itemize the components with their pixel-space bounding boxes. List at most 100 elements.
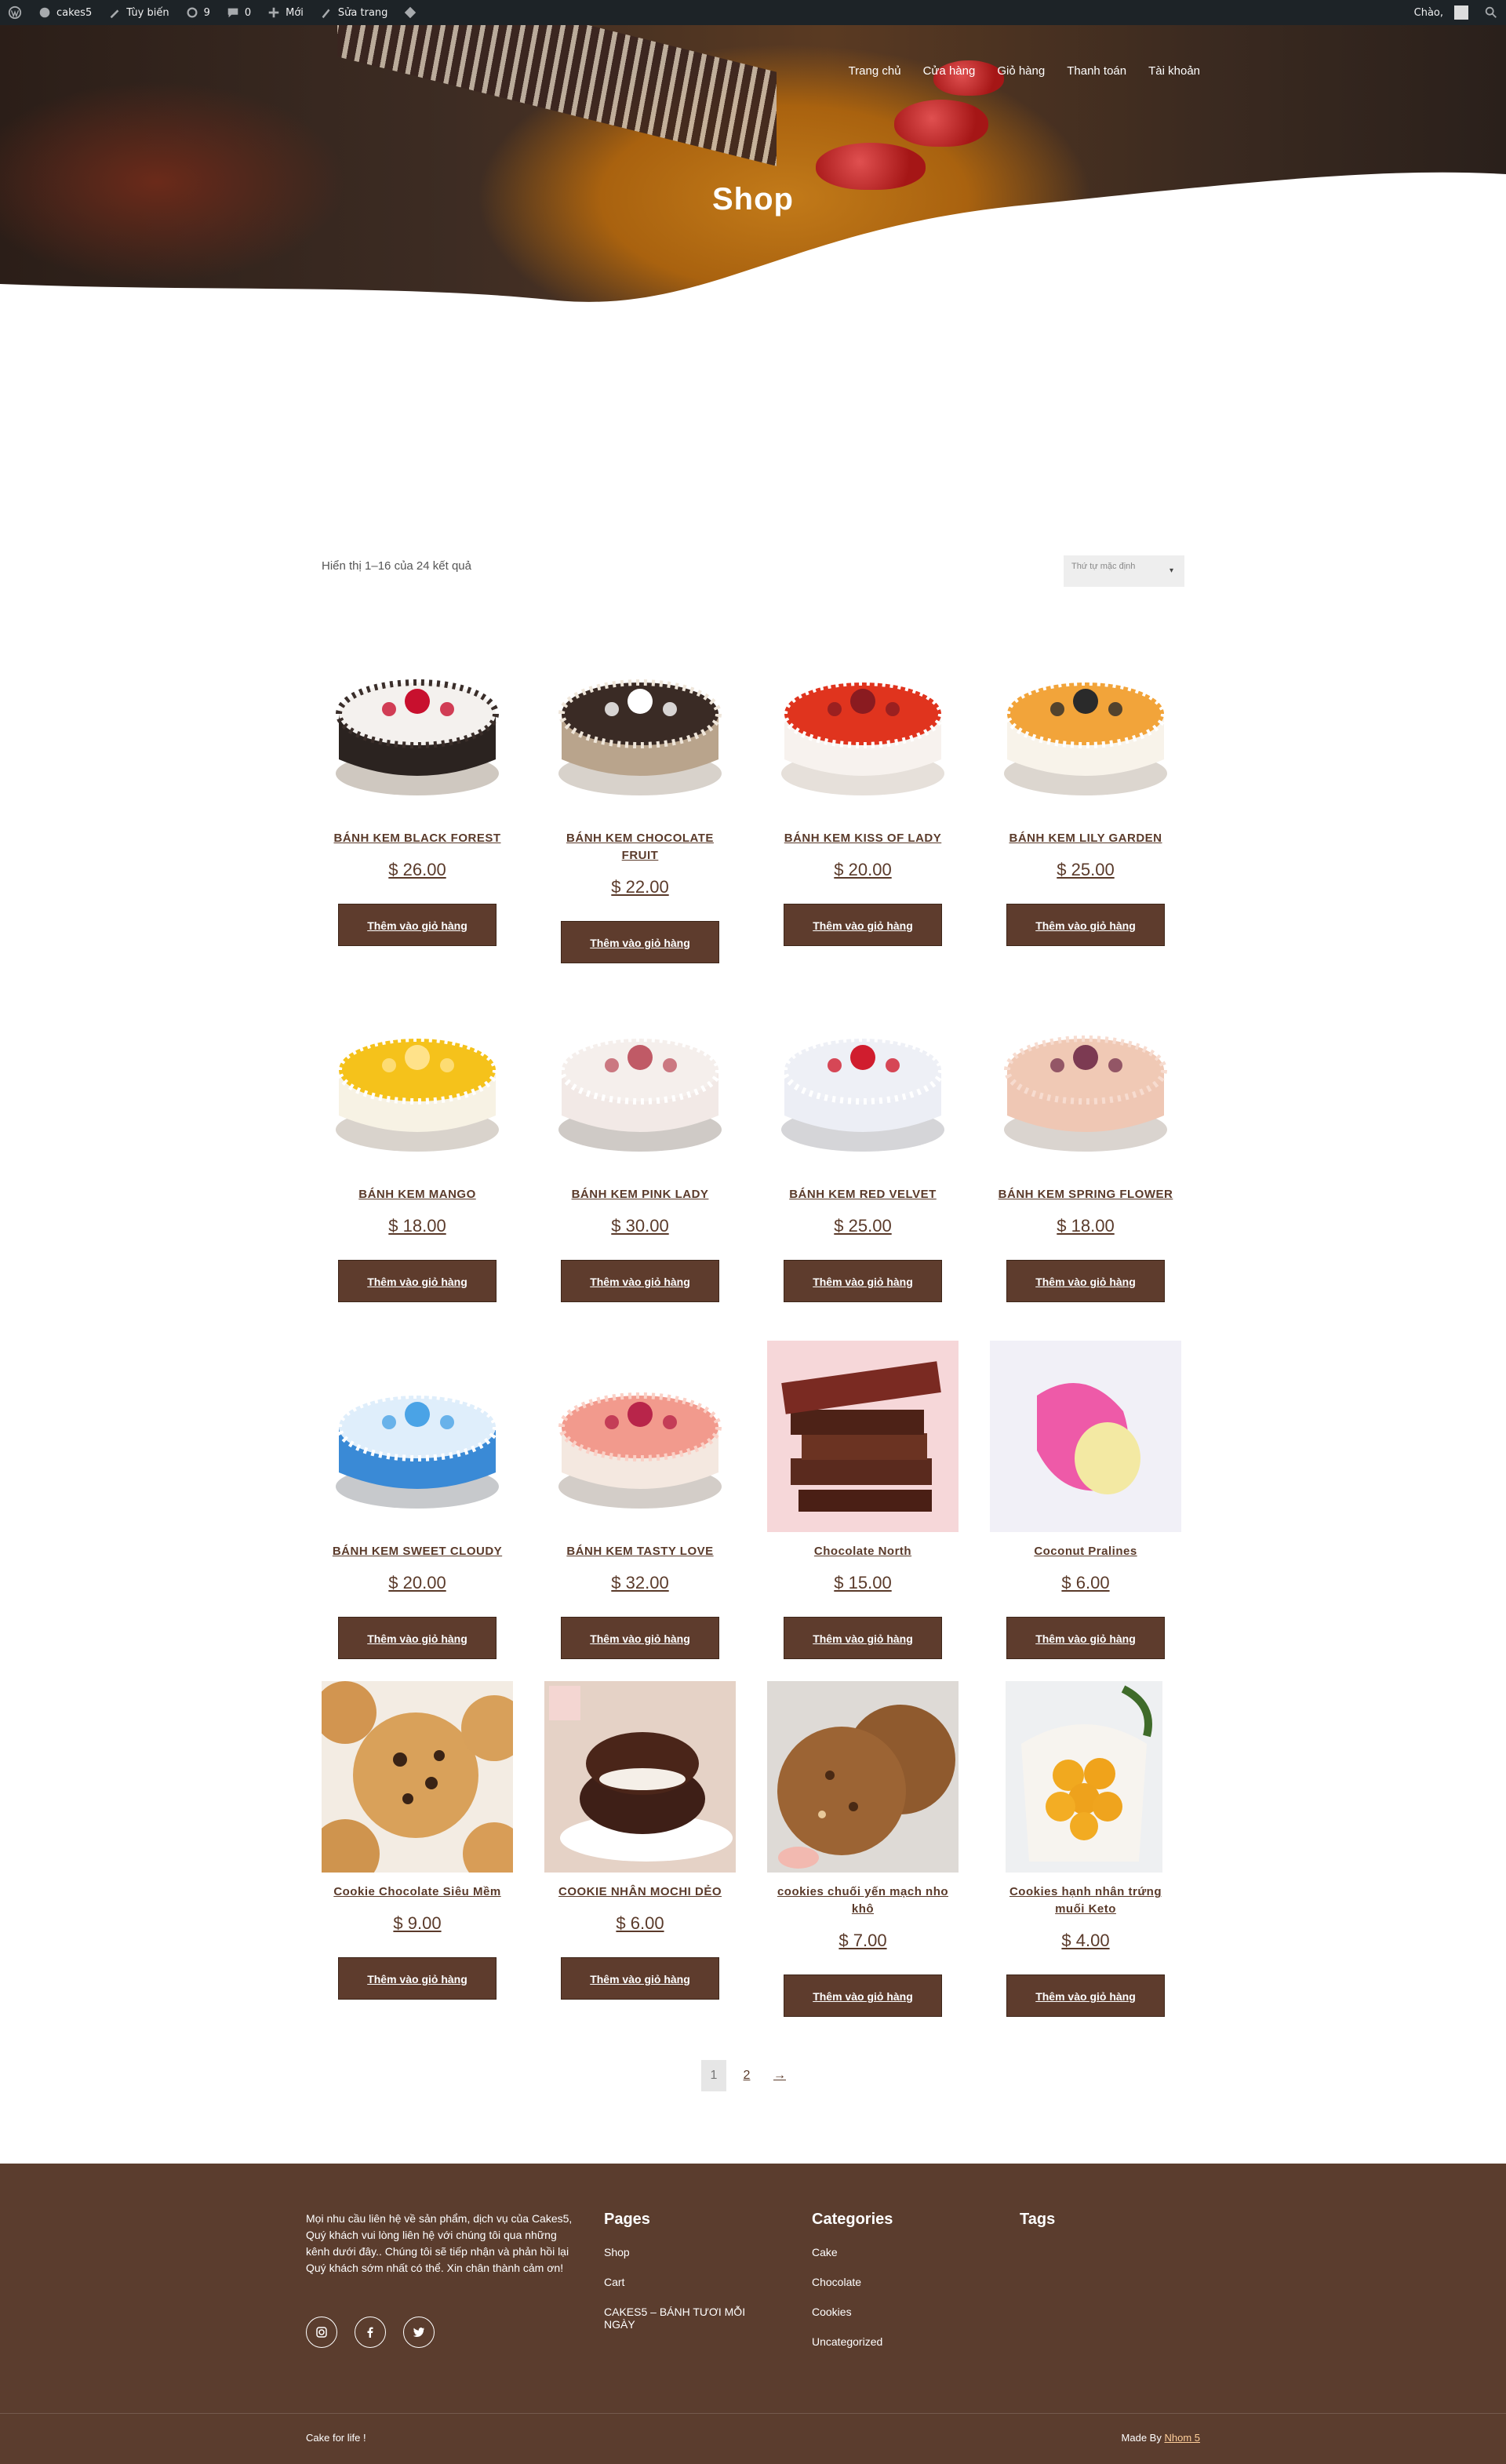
product-image[interactable] [322,984,513,1175]
add-to-cart-button[interactable]: Thêm vào giỏ hàng [1006,1617,1165,1659]
new-label: Mới [286,6,304,19]
product-title[interactable]: COOKIE NHÂN MOCHI DẺO [544,1883,736,1901]
made-by-link[interactable]: Nhom 5 [1164,2432,1200,2444]
add-to-cart-button[interactable]: Thêm vào giỏ hàng [784,1617,942,1659]
category-chocolate[interactable]: Chocolate [812,2276,893,2288]
product-title[interactable]: BÁNH KEM PINK LADY [544,1186,736,1203]
product-image[interactable] [544,1681,736,1873]
add-to-cart-button[interactable]: Thêm vào giỏ hàng [1006,1260,1165,1302]
product-image[interactable] [544,628,736,819]
footer-link-cart[interactable]: Cart [604,2276,761,2288]
comments-button[interactable]: 0 [218,0,259,25]
account-menu[interactable]: Chào, [1406,0,1476,25]
add-to-cart-button[interactable]: Thêm vào giỏ hàng [784,1260,942,1302]
product-title[interactable]: BÁNH KEM CHOCOLATE FRUIT [544,830,736,864]
pencil-icon [322,9,330,19]
customize-button[interactable]: Tùy biến [100,0,176,25]
product-title[interactable]: BÁNH KEM SPRING FLOWER [990,1186,1181,1203]
product-image[interactable] [990,984,1181,1175]
add-to-cart-button[interactable]: Thêm vào giỏ hàng [784,1974,942,2017]
product-image[interactable] [767,1681,959,1873]
product-title[interactable]: BÁNH KEM BLACK FOREST [322,830,513,847]
footer-link-shop[interactable]: Shop [604,2246,761,2258]
product-image[interactable] [767,1341,959,1532]
footer-categories-title: Categories [812,2211,893,2228]
main-nav: Trang chủ Cửa hàng Giỏ hàng Thanh toán T… [849,64,1200,78]
search-button[interactable] [1476,0,1506,25]
product-card: BÁNH KEM PINK LADY $ 30.00 Thêm vào giỏ … [544,984,736,1302]
product-card: BÁNH KEM SPRING FLOWER $ 18.00 Thêm vào … [990,984,1181,1302]
add-to-cart-button[interactable]: Thêm vào giỏ hàng [338,1957,497,2000]
footer-link-home[interactable]: CAKES5 – BÁNH TƯƠI MỖI NGÀY [604,2306,761,2331]
add-to-cart-button[interactable]: Thêm vào giỏ hàng [561,921,719,963]
add-to-cart-button[interactable]: Thêm vào giỏ hàng [1006,904,1165,946]
category-uncategorized[interactable]: Uncategorized [812,2335,893,2348]
product-title[interactable]: BÁNH KEM TASTY LOVE [544,1543,736,1560]
product-title[interactable]: BÁNH KEM MANGO [322,1186,513,1203]
product-image[interactable] [990,1341,1181,1532]
diamond-icon [405,6,417,19]
comments-count: 0 [244,6,252,19]
nav-item-cart[interactable]: Giỏ hàng [997,64,1045,78]
product-title[interactable]: BÁNH KEM LILY GARDEN [990,830,1181,847]
footer-copyright: Cake for life ! [306,2432,366,2444]
product-price: $ 20.00 [834,860,892,879]
product-title[interactable]: BÁNH KEM KISS OF LADY [767,830,959,847]
add-to-cart-button[interactable]: Thêm vào giỏ hàng [784,904,942,946]
product-title[interactable]: Chocolate North [767,1543,959,1560]
wordpress-logo-button[interactable] [0,0,30,25]
product-image[interactable] [767,628,959,819]
chevron-down-icon: ▾ [1169,566,1173,575]
product-title[interactable]: BÁNH KEM SWEET CLOUDY [322,1543,513,1560]
new-button[interactable]: Mới [259,0,311,25]
product-price: $ 6.00 [1061,1573,1110,1592]
nav-item-shop[interactable]: Cửa hàng [923,64,976,78]
category-cookies[interactable]: Cookies [812,2306,893,2318]
product-title[interactable]: cookies chuối yến mạch nho khô [767,1883,959,1918]
nav-item-home[interactable]: Trang chủ [849,64,901,78]
add-to-cart-button[interactable]: Thêm vào giỏ hàng [561,1260,719,1302]
product-image[interactable] [322,1341,513,1532]
add-to-cart-button[interactable]: Thêm vào giỏ hàng [561,1957,719,2000]
product-image[interactable] [990,1681,1181,1873]
add-to-cart-button[interactable]: Thêm vào giỏ hàng [338,1617,497,1659]
page-current: 1 [701,2060,726,2091]
product-title[interactable]: BÁNH KEM RED VELVET [767,1186,959,1203]
orderby-select[interactable]: Thứ tự mặc định ▾ [1064,555,1184,587]
add-to-cart-button[interactable]: Thêm vào giỏ hàng [338,1260,497,1302]
product-card: BÁNH KEM SWEET CLOUDY $ 20.00 Thêm vào g… [322,1341,513,1659]
add-to-cart-button[interactable]: Thêm vào giỏ hàng [338,904,497,946]
facebook-icon[interactable] [355,2317,386,2348]
twitter-icon[interactable] [403,2317,435,2348]
nav-item-checkout[interactable]: Thanh toán [1067,64,1126,78]
product-card: Coconut Pralines $ 6.00 Thêm vào giỏ hàn… [990,1341,1181,1659]
product-card: BÁNH KEM KISS OF LADY $ 20.00 Thêm vào g… [767,628,959,946]
updates-button[interactable]: 9 [177,0,218,25]
product-card: BÁNH KEM LILY GARDEN $ 25.00 Thêm vào gi… [990,628,1181,946]
product-image[interactable] [767,984,959,1175]
product-image[interactable] [544,1341,736,1532]
edit-page-button[interactable]: Sửa trang [311,0,396,25]
product-title[interactable]: Cookie Chocolate Siêu Mềm [322,1883,513,1901]
product-image[interactable] [990,628,1181,819]
next-page-arrow[interactable]: → [767,2060,792,2091]
product-image[interactable] [322,628,513,819]
page-link-2[interactable]: 2 [734,2060,759,2091]
site-name-button[interactable]: cakes5 [30,0,100,25]
product-image[interactable] [544,984,736,1175]
nav-item-account[interactable]: Tài khoản [1148,64,1200,78]
product-price: $ 15.00 [834,1573,892,1592]
add-to-cart-button[interactable]: Thêm vào giỏ hàng [561,1617,719,1659]
product-price: $ 18.00 [1057,1216,1115,1236]
product-price: $ 25.00 [1057,860,1115,879]
category-cake[interactable]: Cake [812,2246,893,2258]
product-image[interactable] [322,1681,513,1873]
avatar [1454,5,1468,20]
product-title[interactable]: Coconut Pralines [990,1543,1181,1560]
footer-categories: Categories Cake Chocolate Cookies Uncate… [812,2211,893,2365]
instagram-icon[interactable] [306,2317,337,2348]
add-to-cart-button[interactable]: Thêm vào giỏ hàng [1006,1974,1165,2017]
diamond-button[interactable] [395,0,425,25]
product-card: BÁNH KEM TASTY LOVE $ 32.00 Thêm vào giỏ… [544,1341,736,1659]
product-title[interactable]: Cookies hạnh nhân trứng muối Keto [990,1883,1181,1918]
